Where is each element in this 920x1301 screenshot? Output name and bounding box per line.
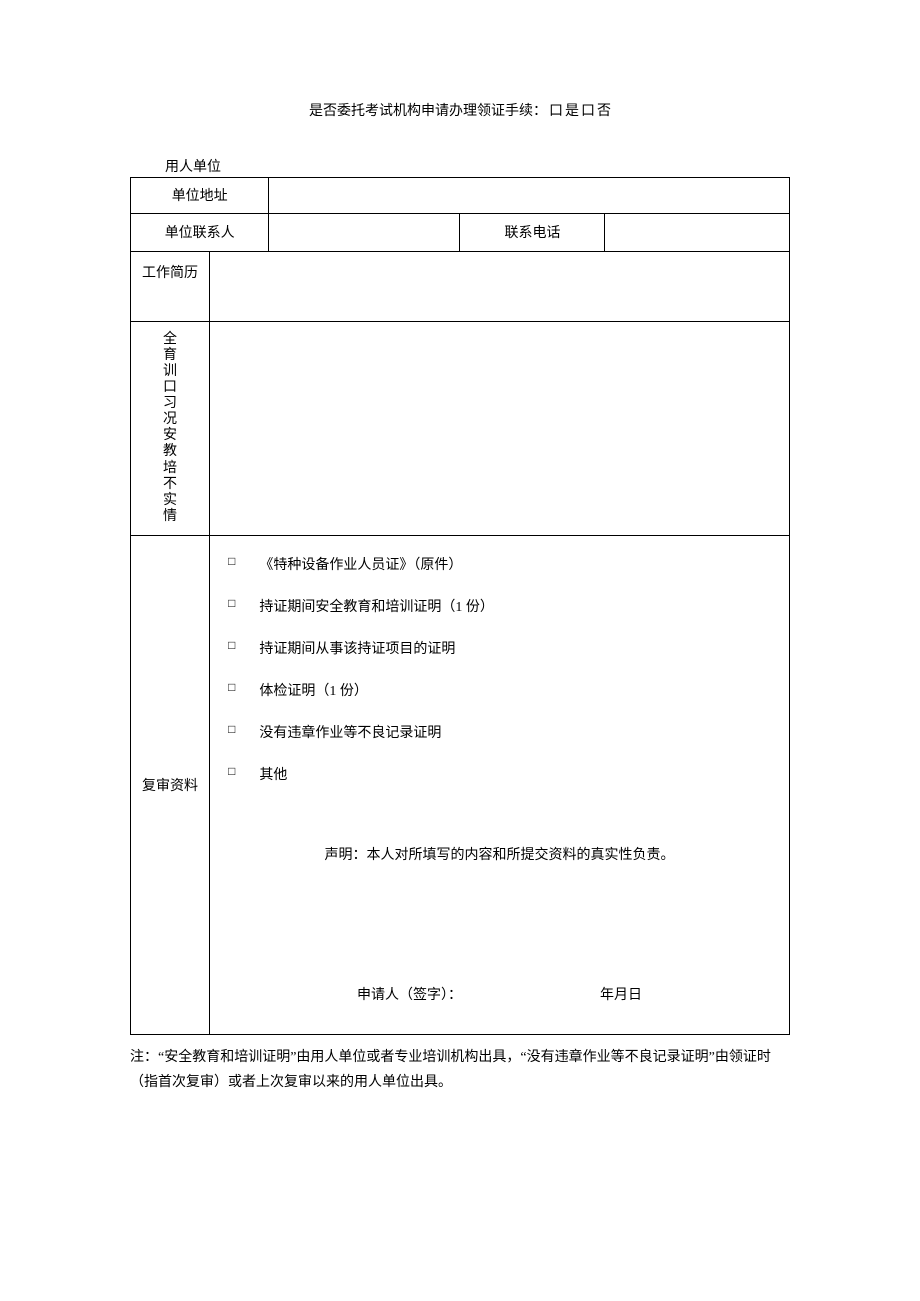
checkbox-6[interactable]: □: [228, 764, 235, 784]
checklist-item-1: □ 《特种设备作业人员证》（原件）: [228, 554, 771, 574]
checklist-text-2: 持证期间安全教育和培训证明（1 份）: [259, 596, 494, 616]
checklist-text-6: 其他: [259, 764, 287, 784]
checklist-item-4: □ 体检证明（1 份）: [228, 680, 771, 700]
checklist-text-1: 《特种设备作业人员证》（原件）: [259, 554, 462, 574]
checklist-item-2: □ 持证期间安全教育和培训证明（1 份）: [228, 596, 771, 616]
no-checkbox[interactable]: 口: [581, 100, 595, 120]
signature-label: 申请人（签字）：: [357, 984, 462, 1004]
employer-label-hanging: 用人单位: [165, 160, 790, 177]
checklist-item-3: □ 持证期间从事该持证项目的证明: [228, 638, 771, 658]
address-value[interactable]: [269, 177, 790, 213]
yes-label: 是: [565, 104, 579, 119]
delegation-question: 是否委托考试机构申请办理领证手续：口是口否: [130, 100, 790, 120]
safety-training-label-cell: 全 育 训 口 习 况 安 教 培 不 实 情: [131, 321, 210, 535]
signature-line: 申请人（签字）： 年月日: [228, 984, 771, 1004]
checklist-text-5: 没有违章作业等不良记录证明: [259, 722, 441, 742]
checklist-item-5: □ 没有违章作业等不良记录证明: [228, 722, 771, 742]
safety-training-label: 全 育 训 口 习 况 安 教 培 不 实 情: [163, 332, 177, 525]
checkbox-4[interactable]: □: [228, 680, 235, 700]
phone-label: 联系电话: [460, 213, 605, 251]
work-history-label: 工作简历: [131, 251, 210, 321]
checklist-item-6: □ 其他: [228, 764, 771, 784]
checklist-text-3: 持证期间从事该持证项目的证明: [259, 638, 455, 658]
contact-value[interactable]: [269, 213, 460, 251]
checkbox-1[interactable]: □: [228, 554, 235, 574]
no-label: 否: [597, 104, 611, 119]
address-label: 单位地址: [131, 177, 269, 213]
work-history-value[interactable]: [210, 251, 790, 321]
review-materials-label: 复审资料: [131, 535, 210, 1034]
review-materials-content: □ 《特种设备作业人员证》（原件） □ 持证期间安全教育和培训证明（1 份） □…: [210, 536, 789, 1034]
checkbox-2[interactable]: □: [228, 596, 235, 616]
phone-value[interactable]: [605, 213, 790, 251]
contact-label: 单位联系人: [131, 213, 269, 251]
checkbox-5[interactable]: □: [228, 722, 235, 742]
checkbox-3[interactable]: □: [228, 638, 235, 658]
safety-training-value[interactable]: [210, 321, 790, 535]
signature-date: 年月日: [600, 984, 642, 1004]
checklist-text-4: 体检证明（1 份）: [259, 680, 368, 700]
footnote: 注：“安全教育和培训证明”由用人单位或者专业培训机构出具，“没有违章作业等不良记…: [130, 1045, 790, 1095]
yes-checkbox[interactable]: 口: [549, 100, 563, 120]
form-table: 单位地址 单位联系人 联系电话 工作简历 全 育 训 口 习 况 安 教 培 不…: [130, 177, 790, 1035]
delegation-prefix: 是否委托考试机构申请办理领证手续：: [309, 104, 547, 119]
declaration-statement: 声明：本人对所填写的内容和所提交资料的真实性负责。: [228, 844, 771, 864]
